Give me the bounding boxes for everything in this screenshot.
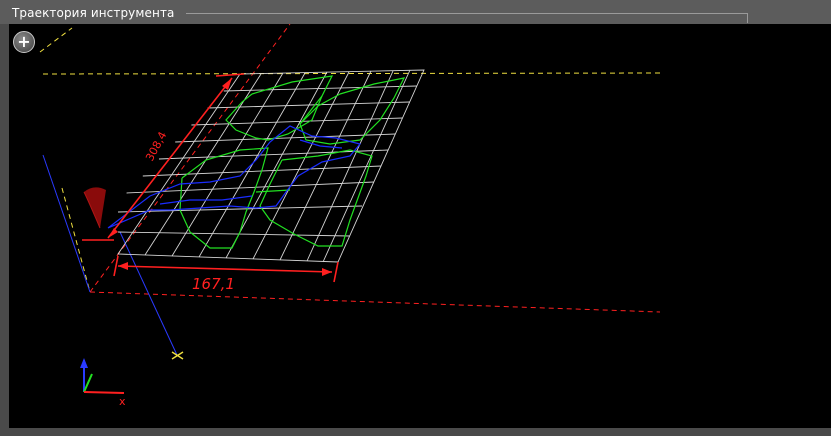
toolpath-scene[interactable]: 308,4 167,1 x	[9, 24, 831, 428]
axis-triad-x	[83, 391, 125, 394]
guide-line-top	[42, 72, 661, 75]
guide-line-corner	[39, 27, 73, 53]
dimension-width-tick-right	[333, 261, 339, 283]
panel-title: Траектория инструмента	[12, 6, 175, 20]
header-divider	[186, 13, 748, 14]
panel-bottom-edge	[0, 428, 831, 436]
dimension-width-line	[117, 265, 333, 273]
guide-lines	[39, 27, 661, 293]
axis-triad-y	[83, 373, 93, 393]
dimension-width-tick-left	[113, 255, 119, 277]
boundary-lines	[89, 24, 661, 313]
tool-marker	[83, 187, 106, 229]
axis-triad-x-label: x	[119, 395, 126, 408]
header-divider-corner	[747, 13, 748, 23]
toolpath-viewport[interactable]: 308,4 167,1 x +	[9, 24, 831, 428]
tool-end-marker	[171, 351, 184, 360]
panel-header: Траектория инструмента	[0, 0, 831, 24]
boundary-line-bottom	[89, 291, 661, 313]
dimension-length-tick-top	[215, 73, 245, 77]
z-axis-line	[42, 154, 91, 293]
axis-triad	[80, 358, 125, 394]
dimension-width-label: 167,1	[192, 275, 235, 293]
zoom-in-button[interactable]: +	[13, 31, 35, 53]
